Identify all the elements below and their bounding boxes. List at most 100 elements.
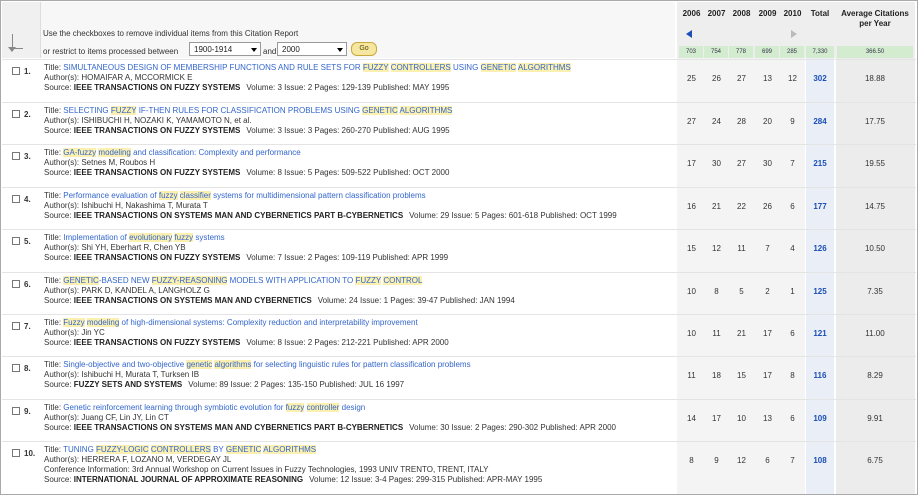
record-checkbox[interactable] <box>12 364 20 372</box>
record-checkbox[interactable] <box>12 449 20 457</box>
search-term-highlight: FUZZY <box>362 63 389 72</box>
year-count: 5 <box>739 287 744 296</box>
year-count: 12 <box>737 456 746 465</box>
record-checkbox[interactable] <box>12 407 20 415</box>
record-source: Source: INTERNATIONAL JOURNAL OF APPROXI… <box>44 475 542 484</box>
search-term-highlight: GA-fuzzy <box>63 148 97 157</box>
source-journal: IEEE TRANSACTIONS ON FUZZY SYSTEMS <box>73 253 241 262</box>
year-count: 10 <box>687 287 696 296</box>
record-title-link[interactable]: Performance evaluation of fuzzy classifi… <box>63 191 426 200</box>
from-year-select[interactable]: 1900-1914 <box>189 42 261 56</box>
source-details: Volume: 29 Issue: 5 Pages: 601-618 Publi… <box>409 211 617 220</box>
year-count: 13 <box>763 74 772 83</box>
total-header: Total <box>810 9 830 18</box>
year-count: 28 <box>737 117 746 126</box>
record-source: Source: IEEE TRANSACTIONS ON FUZZY SYSTE… <box>44 126 450 135</box>
record-title-link[interactable]: Implementation of evolutionary fuzzy sys… <box>63 233 225 242</box>
record-checkbox[interactable] <box>12 110 20 118</box>
record-authors: Author(s): Ishibuchi H, Nakashima T, Mur… <box>44 201 208 210</box>
source-details: Volume: 8 Issue: 5 Pages: 509-522 Publis… <box>246 168 450 177</box>
record-checkbox[interactable] <box>12 280 20 288</box>
arrow-down-icon <box>8 34 23 52</box>
record-title-line: Title: Performance evaluation of fuzzy c… <box>44 191 426 200</box>
record-number: 4. <box>24 195 31 204</box>
year-count: 27 <box>737 74 746 83</box>
next-years-arrow-icon[interactable] <box>791 30 797 38</box>
record-total-link[interactable]: 302 <box>806 74 834 83</box>
record-authors: Author(s): Jin YC <box>44 328 105 337</box>
year-count: 30 <box>763 159 772 168</box>
record-title-link[interactable]: Fuzzy modeling of high-dimensional syste… <box>63 318 418 327</box>
avg-header-line1: Average Citations <box>841 9 909 18</box>
record-authors: Author(s): Shi YH, Eberhart R, Chen YB <box>44 243 186 252</box>
record-authors: Author(s): ISHIBUCHI H, NOZAKI K, YAMAMO… <box>44 116 252 125</box>
record-title-link[interactable]: TUNING FUZZY-LOGIC CONTROLLERS BY GENETI… <box>63 445 317 454</box>
record-checkbox[interactable] <box>12 152 20 160</box>
source-label: Source: <box>44 126 74 135</box>
year-count: 21 <box>712 202 721 211</box>
search-term-highlight: CONTROLLERS <box>390 63 451 72</box>
source-journal: FUZZY SETS AND SYSTEMS <box>73 380 183 389</box>
year-count: 16 <box>687 202 696 211</box>
record-title-link[interactable]: GA-fuzzy modeling and classification: Co… <box>63 148 301 157</box>
record-title-link[interactable]: Genetic reinforcement learning through s… <box>63 403 365 412</box>
record-avg: 7.35 <box>867 287 883 296</box>
record-title-link[interactable]: Single-objective and two-objective genet… <box>63 360 471 369</box>
record-avg: 8.29 <box>867 371 883 380</box>
record-title-line: Title: GENETIC-BASED NEW FUZZY-REASONING… <box>44 276 423 285</box>
year-count: 11 <box>687 371 696 380</box>
year-count: 6 <box>790 202 795 211</box>
source-journal: IEEE TRANSACTIONS ON SYSTEMS MAN AND CYB… <box>73 211 404 220</box>
year-total: 754 <box>704 46 728 58</box>
title-label: Title: <box>44 445 64 454</box>
record-total-link[interactable]: 284 <box>806 117 834 126</box>
search-term-highlight: FUZZY-LOGIC <box>96 445 149 454</box>
year-count: 6 <box>790 329 795 338</box>
record-authors: Author(s): Setnes M, Roubos H <box>44 158 156 167</box>
go-button[interactable]: Go <box>351 42 377 56</box>
year-count: 2 <box>765 287 770 296</box>
year-count: 12 <box>712 244 721 253</box>
record-number: 2. <box>24 110 31 119</box>
record-title-link[interactable]: SELECTING FUZZY IF-THEN RULES FOR CLASSI… <box>63 106 453 115</box>
to-year-select[interactable]: 2000 <box>277 42 347 56</box>
source-label: Source: <box>44 423 74 432</box>
title-label: Title: <box>44 360 64 369</box>
record-total-link[interactable]: 108 <box>806 456 834 465</box>
record-total-link[interactable]: 125 <box>806 287 834 296</box>
row-divider <box>2 441 916 442</box>
record-total-link[interactable]: 121 <box>806 329 834 338</box>
search-term-highlight: FUZZY-REASONING <box>151 276 228 285</box>
title-label: Title: <box>44 403 64 412</box>
source-journal: IEEE TRANSACTIONS ON SYSTEMS MAN AND CYB… <box>73 423 404 432</box>
search-term-highlight: CONTROL <box>383 276 423 285</box>
source-label: Source: <box>44 83 74 92</box>
record-total-link[interactable]: 116 <box>806 371 834 380</box>
year-count: 8 <box>790 371 795 380</box>
record-total-link[interactable]: 109 <box>806 414 834 423</box>
record-checkbox[interactable] <box>12 67 20 75</box>
record-title-link[interactable]: SIMULTANEOUS DESIGN OF MEMBERSHIP FUNCTI… <box>63 63 571 72</box>
record-title-link[interactable]: GENETIC-BASED NEW FUZZY-REASONING MODELS… <box>63 276 423 285</box>
record-number: 1. <box>24 67 31 76</box>
record-checkbox[interactable] <box>12 195 20 203</box>
row-divider <box>2 272 916 273</box>
year-count: 9 <box>790 117 795 126</box>
search-term-highlight: classifier <box>179 191 211 200</box>
row-divider <box>2 59 916 60</box>
search-term-highlight: Fuzzy <box>63 318 85 327</box>
row-divider <box>2 356 916 357</box>
filter-controls: Use the checkboxes to remove individual … <box>41 2 675 58</box>
title-label: Title: <box>44 106 64 115</box>
source-label: Source: <box>44 211 74 220</box>
record-checkbox[interactable] <box>12 237 20 245</box>
record-checkbox[interactable] <box>12 322 20 330</box>
source-label: Source: <box>44 296 74 305</box>
record-number: 3. <box>24 152 31 161</box>
year-header: 2010 <box>783 9 802 18</box>
citation-report-panel: Use the checkboxes to remove individual … <box>0 0 918 495</box>
record-total-link[interactable]: 177 <box>806 202 834 211</box>
record-total-link[interactable]: 215 <box>806 159 834 168</box>
record-total-link[interactable]: 126 <box>806 244 834 253</box>
prev-years-arrow-icon[interactable] <box>686 30 692 38</box>
